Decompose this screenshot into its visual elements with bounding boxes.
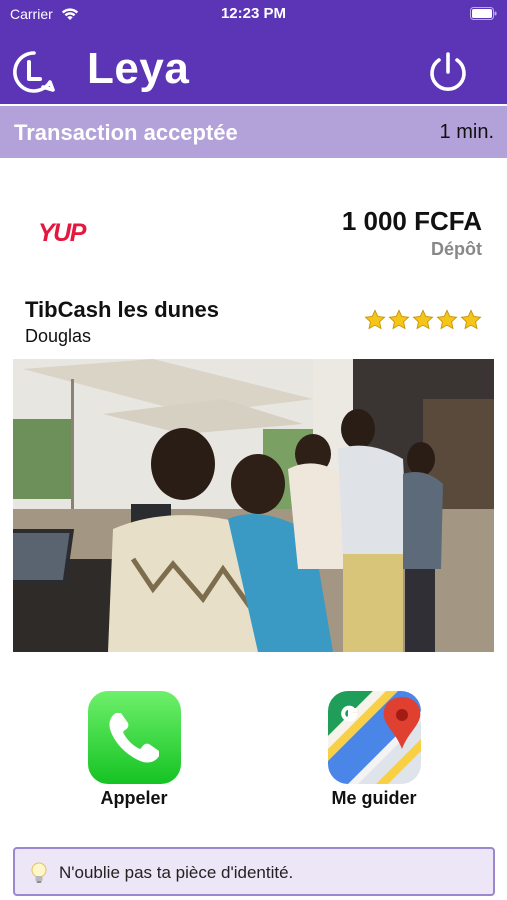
- reminder-banner: N'oublie pas ta pièce d'identité.: [13, 847, 495, 896]
- app-header: Carrier 12:23 PM Leya: [0, 0, 507, 104]
- star-icon: [412, 309, 434, 330]
- call-button[interactable]: Appeler: [74, 691, 194, 809]
- agent-shop-photo: [13, 359, 494, 652]
- star-icon: [388, 309, 410, 330]
- transaction-status-banner: Transaction acceptée 1 min.: [0, 106, 507, 158]
- transaction-type: Dépôt: [431, 239, 482, 259]
- lightbulb-icon: [31, 862, 47, 883]
- app-title: Leya: [87, 44, 190, 93]
- leya-logo-icon[interactable]: [12, 50, 56, 94]
- battery-icon: [470, 7, 497, 20]
- directions-button[interactable]: Me guider: [314, 691, 434, 809]
- star-icon: [364, 309, 386, 330]
- directions-label: Me guider: [331, 788, 417, 808]
- star-icon: [436, 309, 458, 330]
- google-maps-icon[interactable]: [327, 691, 421, 784]
- transaction-amount: 1 000 FCFA: [341, 206, 482, 236]
- yup-logo-text: YUP: [38, 219, 87, 245]
- reminder-text: N'oublie pas ta pièce d'identité.: [59, 863, 294, 882]
- power-icon[interactable]: [426, 50, 470, 94]
- agent-contact: Douglas: [25, 326, 92, 346]
- elapsed-time: 1 min.: [439, 121, 494, 143]
- agent-name: TibCash les dunes: [25, 297, 219, 322]
- call-label: Appeler: [100, 788, 168, 808]
- status-bar: Carrier 12:23 PM: [0, 0, 507, 28]
- star-icon: [460, 309, 482, 330]
- status-text: Transaction acceptée: [14, 120, 238, 145]
- agent-rating: [364, 309, 482, 331]
- clock: 12:23 PM: [220, 5, 287, 22]
- yup-logo: YUP: [38, 219, 88, 245]
- phone-icon[interactable]: [87, 691, 181, 784]
